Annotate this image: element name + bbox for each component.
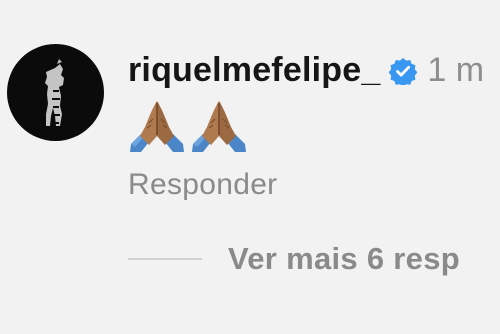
- timestamp: 1 m: [427, 50, 485, 89]
- avatar[interactable]: [7, 44, 104, 141]
- folded-hands-icon: [192, 101, 246, 152]
- view-more-replies-label: Ver mais 6 resp: [228, 241, 460, 276]
- reply-button[interactable]: Responder: [128, 168, 277, 202]
- comment-text: [128, 97, 248, 153]
- view-more-replies-button[interactable]: Ver mais 6 resp: [128, 236, 460, 282]
- verified-badge-icon: [389, 57, 418, 87]
- comment-item: riquelmefelipe_ 1 m Responder Ver mais 6…: [0, 0, 500, 334]
- username[interactable]: riquelmefelipe_: [128, 51, 380, 90]
- divider: [128, 258, 202, 260]
- profile-photo: [45, 59, 64, 126]
- comment-header: riquelmefelipe_ 1 m: [128, 47, 484, 93]
- folded-hands-icon: [130, 101, 184, 152]
